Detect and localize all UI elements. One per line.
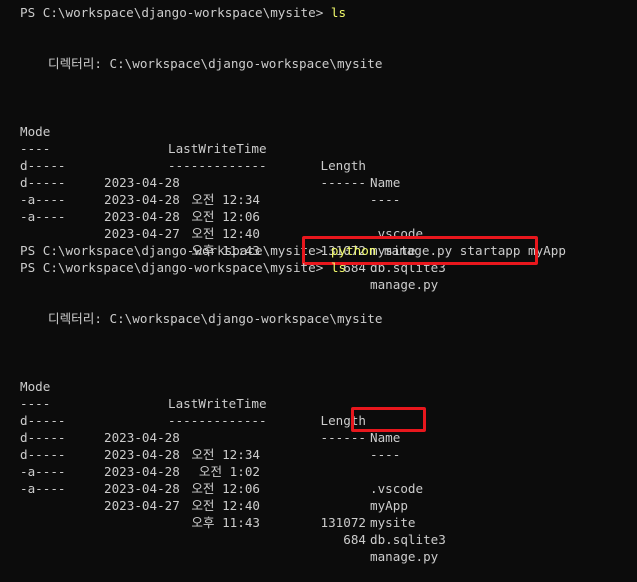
cell-name: db.sqlite3 (370, 260, 446, 275)
table-row: d----- 2023-04-28 오전 12:06 mysite (20, 157, 460, 258)
directory-line: 디렉터리: C:\workspace\django-workspace\mysi… (48, 311, 383, 326)
table-row: -a---- 2023-04-27 오후 11:43 684 manage.py (20, 463, 460, 564)
table-row: d----- 2023-04-28 오전 12:06 mysite (20, 429, 460, 530)
prompt-line: PS C:\workspace\django-workspace\mysite>… (20, 259, 346, 276)
cell-name: .vscode (370, 226, 424, 241)
cell-name: manage.py (370, 277, 439, 292)
table-header: Mode LastWriteTime Length Name (20, 106, 460, 190)
cell-date: 2023-04-28 (104, 481, 180, 496)
command-executable: python (330, 243, 377, 258)
cell-date: 2023-04-27 (104, 498, 180, 513)
cell-time: 오전 12:40 (191, 226, 260, 241)
cell-mode: -a---- (20, 481, 66, 496)
prompt-line: PS C:\workspace\django-workspace\mysite>… (20, 4, 346, 21)
table-row: d----- 2023-04-28 오전 1:02 myApp (20, 412, 460, 513)
cell-name: manage.py (370, 549, 439, 564)
command-arguments: manage.py startapp myApp (376, 243, 566, 258)
command-text: ls (330, 260, 347, 275)
cell-name: mysite (370, 515, 416, 530)
directory-line: 디렉터리: C:\workspace\django-workspace\mysi… (48, 56, 383, 71)
cell-date: 2023-04-28 (104, 209, 180, 224)
table-row: -a---- 2023-04-28 오전 12:40 131072 db.sql… (20, 446, 460, 547)
prompt-text: PS C:\workspace\django-workspace\mysite> (20, 5, 331, 20)
table-rule: ---- ------------- ------ ---- (20, 378, 460, 462)
terminal-window[interactable]: PS C:\workspace\django-workspace\mysite>… (0, 0, 637, 564)
cell-length: 131072 (320, 515, 367, 530)
table-header: Mode LastWriteTime Length Name (20, 361, 460, 445)
cell-name: .vscode (370, 481, 424, 496)
cell-time: 오전 12:40 (191, 498, 260, 513)
prompt-line: PS C:\workspace\django-workspace\mysite>… (20, 242, 566, 259)
cell-name: myApp (370, 498, 408, 513)
cell-mode: -a---- (20, 209, 66, 224)
table-row: -a---- 2023-04-27 오후 11:43 684 manage.py (20, 191, 460, 292)
cell-date: 2023-04-27 (104, 226, 180, 241)
table-rule: ---- ------------- ------ ---- (20, 123, 460, 207)
table-row: d----- 2023-04-28 오전 12:34 .vscode (20, 395, 460, 496)
cell-length: 684 (343, 532, 366, 547)
cell-time: 오전 12:06 (191, 209, 260, 224)
table-row: -a---- 2023-04-28 오전 12:40 131072 db.sql… (20, 174, 460, 275)
cell-time: 오후 11:43 (191, 515, 260, 530)
command-text: ls (330, 5, 347, 20)
prompt-text: PS C:\workspace\django-workspace\mysite> (20, 260, 331, 275)
cell-name: db.sqlite3 (370, 532, 446, 547)
cell-time: 오전 12:06 (191, 481, 260, 496)
prompt-text: PS C:\workspace\django-workspace\mysite> (20, 243, 331, 258)
table-row: d----- 2023-04-28 오전 12:34 .vscode (20, 140, 460, 241)
